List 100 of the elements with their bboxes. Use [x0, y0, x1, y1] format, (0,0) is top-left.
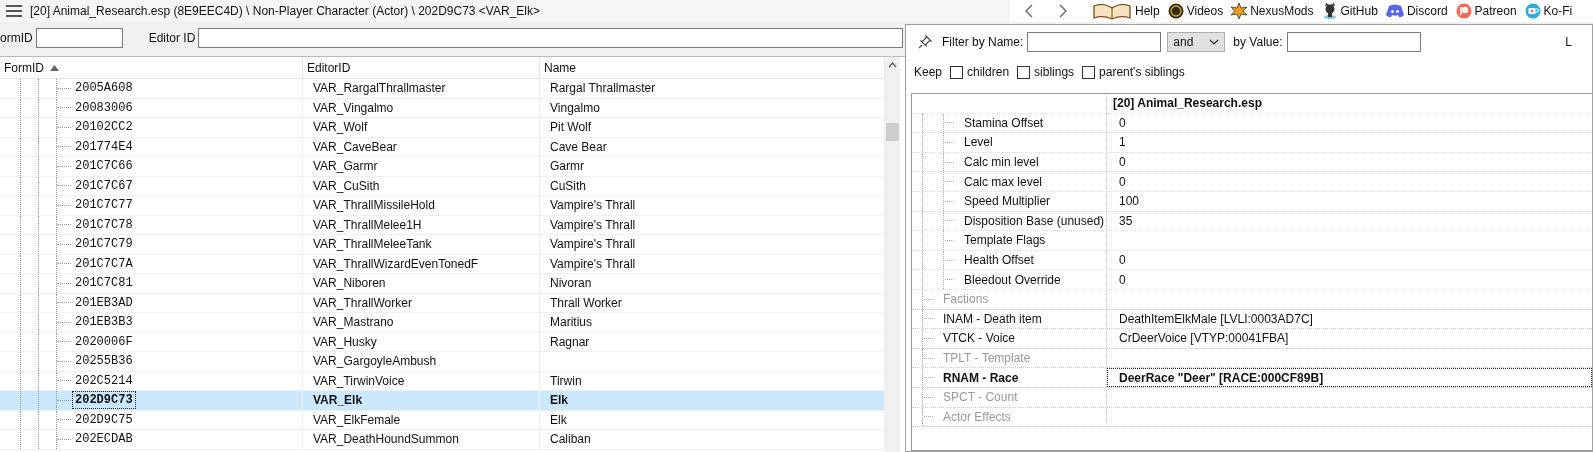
column-header[interactable]: FormID: [0, 57, 303, 78]
field-label[interactable]: Template Flags: [964, 233, 1046, 248]
field-label[interactable]: Level: [964, 135, 993, 150]
operator-dropdown[interactable]: and: [1167, 32, 1226, 52]
filter-name-field[interactable]: [1027, 32, 1162, 52]
patreon-icon: [1455, 3, 1472, 19]
field-value: 0: [1119, 115, 1126, 130]
name-cell: Cave Bear: [550, 139, 607, 154]
record-row[interactable]: 201C7C77 VAR_ThrallMissileHold Vampire's Thrall: [0, 196, 885, 216]
record-row[interactable]: 201C7C7A VAR_ThrallWizardEvenTonedF Vampire's Thrall: [0, 254, 885, 274]
field-label[interactable]: VTCK - Voice: [943, 331, 1016, 346]
menu-icon[interactable]: [6, 5, 22, 17]
keep-checkbox[interactable]: children: [950, 65, 1010, 79]
book-icon: [1092, 2, 1132, 20]
keep-checkbox[interactable]: parent's siblings: [1082, 65, 1185, 79]
formid-cell-text: 20083006: [74, 99, 134, 116]
record-row[interactable]: 20083006 VAR_Vingalmo Vingalmo: [0, 98, 885, 118]
coin-icon: [1167, 3, 1184, 19]
record-path: [20] Animal_Research.esp (8E9EEC4D) \ Non-Player Character (Actor) \ 202D9C73 <VAR_Elk>: [30, 4, 540, 18]
formid-cell-text: 202ECDAB: [74, 431, 134, 448]
toolbar-link[interactable]: Videos: [1167, 3, 1224, 19]
scroll-thumb[interactable]: [886, 123, 899, 141]
record-row[interactable]: 201C7C66 VAR_Garmr Garmr: [0, 157, 885, 177]
field-label[interactable]: INAM - Death item: [943, 311, 1042, 326]
field-label[interactable]: Bleedout Override: [964, 272, 1061, 287]
record-row[interactable]: 20255B36 VAR_GargoyleAmbush: [0, 352, 885, 372]
forward-icon[interactable]: [1058, 4, 1068, 18]
formid-cell-text: 201774E4: [74, 138, 134, 155]
toolbar-link[interactable]: Patreon: [1455, 3, 1517, 19]
editorid-cell: VAR_CaveBear: [313, 139, 397, 154]
name-cell: Elk: [550, 412, 567, 427]
editorid-cell: VAR_Husky: [313, 334, 377, 349]
editorid-cell: VAR_Niboren: [313, 276, 386, 291]
field-label[interactable]: Stamina Offset: [964, 115, 1044, 130]
editorid-cell: VAR_Garmr: [313, 159, 378, 174]
name-cell: Ragnar: [550, 334, 590, 349]
record-row[interactable]: 201EB3AD VAR_ThrallWorker Thrall Worker: [0, 293, 885, 313]
name-cell: Rargal Thrallmaster: [550, 81, 656, 96]
record-row[interactable]: 202ECDAB VAR_DeathHoundSummon Caliban: [0, 430, 885, 450]
formid-cell-text: 202C5214: [74, 372, 134, 389]
record-row[interactable]: 201EB3B3 VAR_Mastrano Maritius: [0, 313, 885, 333]
editorid-cell: VAR_ThrallWorker: [313, 295, 412, 310]
toolbar-link[interactable]: GitHub: [1321, 3, 1378, 19]
editorid-cell: VAR_ElkFemale: [313, 412, 401, 427]
editorid-field[interactable]: [198, 28, 904, 48]
record-row[interactable]: 201C7C79 VAR_ThrallMeleeTank Vampire's Thrall: [0, 235, 885, 255]
editorid-cell: VAR_Elk: [313, 393, 363, 408]
editorid-cell: VAR_CuSith: [313, 178, 380, 193]
record-row[interactable]: 2005A608 VAR_RargalThrallmaster Rargal Thrallmaster: [0, 79, 885, 99]
formid-cell-text: 202D9C75: [74, 411, 134, 428]
record-row[interactable]: 202D9C73 VAR_Elk Elk: [0, 391, 885, 411]
toolbar-link[interactable]: NexusMods: [1231, 3, 1314, 19]
filter-value-field[interactable]: [1286, 32, 1421, 52]
record-row[interactable]: 2020006F VAR_Husky Ragnar: [0, 332, 885, 352]
filter-label: L: [1565, 35, 1572, 49]
editorid-cell: VAR_ThrallMeleeTank: [313, 237, 432, 252]
formid-cell-text: 201C7C67: [74, 177, 134, 194]
record-row[interactable]: 201C7C67 VAR_CuSith CuSith: [0, 176, 885, 196]
filter-value-label: by Value:: [1233, 35, 1283, 49]
editorid-cell: VAR_ThrallWizardEvenTonedF: [313, 256, 479, 271]
record-row[interactable]: 202D9C75 VAR_ElkFemale Elk: [0, 410, 885, 430]
record-row[interactable]: 20102CC2 VAR_Wolf Pit Wolf: [0, 118, 885, 138]
name-cell: Vampire's Thrall: [550, 198, 636, 213]
field-label[interactable]: Speed Multiplier: [964, 194, 1051, 209]
name-cell: Vampire's Thrall: [550, 237, 636, 252]
field-value: 1: [1119, 135, 1126, 150]
field-label[interactable]: Disposition Base (unused): [964, 213, 1105, 228]
field-value: DeathItemElkMale [LVLI:0003AD7C]: [1119, 311, 1313, 326]
octocat-icon: [1321, 3, 1338, 19]
column-header[interactable]: EditorID: [303, 57, 540, 78]
toolbar-link[interactable]: Discord: [1385, 4, 1448, 18]
record-row[interactable]: 201C7C78 VAR_ThrallMelee1H Vampire's Thrall: [0, 215, 885, 235]
pin-icon[interactable]: [918, 35, 932, 49]
toolbar-link[interactable]: Ko-Fi: [1524, 3, 1573, 19]
field-label[interactable]: Calc min level: [964, 155, 1039, 170]
sort-ascending-icon: [50, 64, 59, 71]
name-cell: Vampire's Thrall: [550, 217, 636, 232]
formid-cell-text: 201C7C7A: [74, 255, 134, 272]
record-row[interactable]: 201C7C81 VAR_Niboren Nivoran: [0, 274, 885, 294]
back-icon[interactable]: [1024, 4, 1034, 18]
formid-cell-text: 201EB3B3: [74, 314, 134, 331]
formid-field[interactable]: [35, 28, 123, 48]
field-label[interactable]: Health Offset: [964, 253, 1034, 268]
field-value: 0: [1119, 155, 1126, 170]
record-row[interactable]: 201774E4 VAR_CaveBear Cave Bear: [0, 137, 885, 157]
name-cell: Vampire's Thrall: [550, 256, 636, 271]
editorid-cell: VAR_RargalThrallmaster: [313, 81, 446, 96]
formid-cell-text: 201EB3AD: [74, 294, 134, 311]
editorid-cell: VAR_Mastrano: [313, 315, 394, 330]
field-value: DeerRace "Deer" [RACE:000CF89B]: [1119, 370, 1324, 385]
vertical-scrollbar[interactable]: [885, 57, 900, 452]
field-label[interactable]: RNAM - Race: [943, 370, 1019, 385]
toolbar-link[interactable]: Help: [1092, 2, 1160, 20]
keep-label: Keep: [914, 65, 943, 79]
keep-checkbox[interactable]: siblings: [1017, 65, 1075, 79]
formid-cell-text: 201C7C78: [74, 216, 134, 233]
field-label[interactable]: Calc max level: [964, 174, 1043, 189]
formid-cell-text: 20255B36: [74, 353, 134, 370]
editorid-cell: VAR_GargoyleAmbush: [313, 354, 437, 369]
formid-cell-text: 201C7C66: [74, 158, 134, 175]
